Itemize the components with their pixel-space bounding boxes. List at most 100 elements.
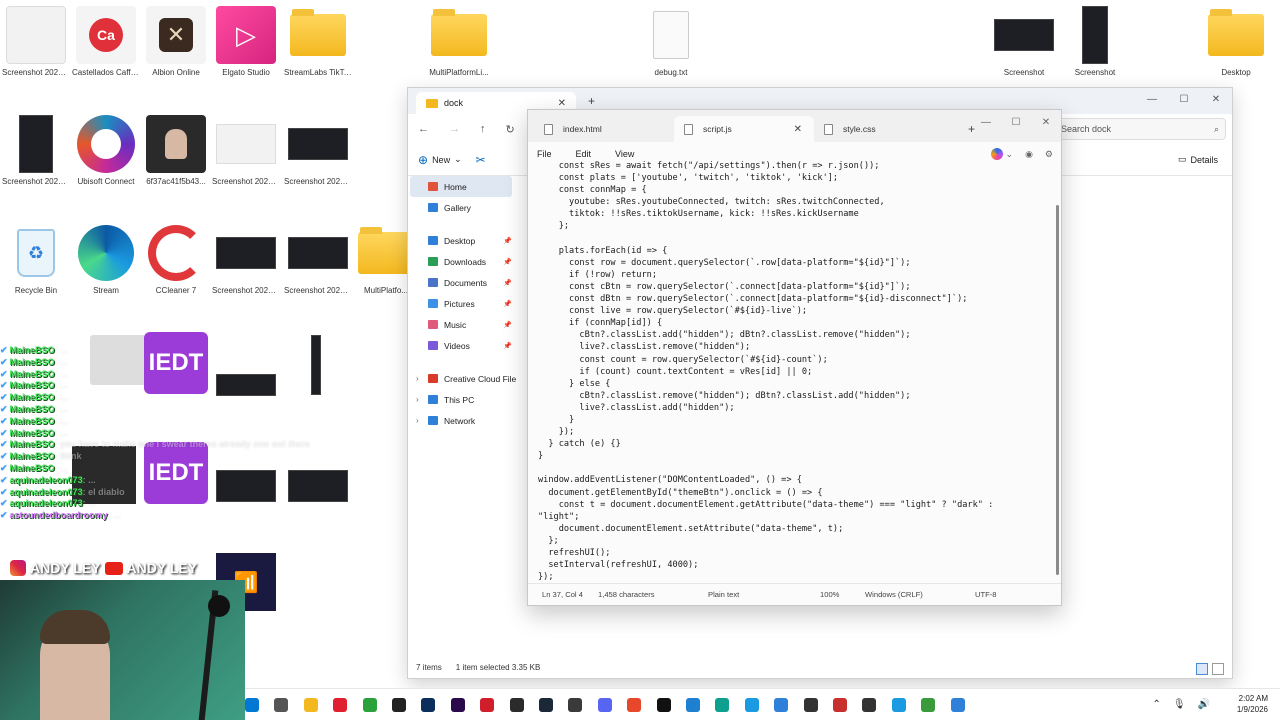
menu-edit[interactable]: Edit xyxy=(576,149,592,159)
sidebar-item-documents[interactable]: Documents 📌 xyxy=(408,272,518,293)
desktop-icon-screenshot[interactable]: Screenshot 2026-01-... xyxy=(212,224,280,296)
streamlabs-icon[interactable] xyxy=(715,698,730,712)
minimize-button[interactable]: — xyxy=(971,112,1001,132)
app2-icon[interactable] xyxy=(862,698,877,712)
sidebar-item-gallery[interactable]: Gallery xyxy=(408,197,518,218)
code-editor[interactable]: const sRes = await fetch("/api/settings"… xyxy=(528,160,1056,580)
desktop-icon-photo[interactable]: 6f37ac41f5b43... xyxy=(142,115,210,187)
back-button[interactable]: ← xyxy=(418,123,429,135)
chevron-up-icon[interactable]: ⌃ xyxy=(1152,699,1160,710)
start-icon[interactable] xyxy=(245,698,259,712)
details-button[interactable]: ▭ Details xyxy=(1178,154,1218,165)
notepadplus-icon[interactable] xyxy=(921,698,936,712)
obs-studio-icon[interactable] xyxy=(568,698,583,712)
snip-icon[interactable] xyxy=(950,698,965,712)
maximize-button[interactable]: ☐ xyxy=(1001,112,1031,132)
tab-script-js[interactable]: script.js ✕ xyxy=(674,116,814,142)
sidebar-tree-item[interactable]: › Creative Cloud File xyxy=(408,368,518,389)
chevron-right-icon[interactable]: › xyxy=(416,374,419,383)
vertical-scrollbar[interactable] xyxy=(1056,205,1059,575)
tab-style-css[interactable]: style.css xyxy=(814,116,954,142)
sidebar-item-desktop[interactable]: Desktop 📌 xyxy=(408,230,518,251)
notepad-icon[interactable] xyxy=(774,698,789,712)
account-icon[interactable]: ◉ xyxy=(1025,149,1033,160)
chevron-right-icon[interactable]: › xyxy=(416,395,419,404)
close-tab-icon[interactable]: ✕ xyxy=(558,98,566,109)
desktop-icon-albion[interactable]: ✕ Albion Online xyxy=(142,6,210,78)
obs-icon[interactable] xyxy=(480,698,495,712)
refresh-button[interactable]: ↻ xyxy=(506,123,515,136)
chat-text: ... xyxy=(88,474,96,485)
sidebar-item-pictures[interactable]: Pictures 📌 xyxy=(408,293,518,314)
edge-icon[interactable] xyxy=(744,698,759,712)
photoshop-icon[interactable] xyxy=(421,698,436,712)
verified-icon: ✔ xyxy=(0,415,8,426)
desktop-icon-screenshot[interactable]: Screenshot xyxy=(990,6,1058,78)
chat-message: ✔ MaineBSO: ... xyxy=(0,345,68,355)
desktop-icon-screenshot[interactable]: Screenshot 2026-01-... xyxy=(284,115,352,187)
tiktok-icon[interactable] xyxy=(656,698,671,712)
minimize-button[interactable]: — xyxy=(1136,88,1168,110)
settings-icon[interactable]: ⚙ xyxy=(1045,149,1053,160)
cut-button[interactable]: ✂ xyxy=(476,153,486,167)
desktop-icon-multiplatform-folder[interactable]: MultiPlatformLi... xyxy=(425,6,493,78)
desktop-icon-ccleaner[interactable]: CCleaner 7 xyxy=(142,224,210,296)
menu-view[interactable]: View xyxy=(615,149,634,159)
close-tab-icon[interactable]: ✕ xyxy=(794,124,802,135)
close-button[interactable]: ✕ xyxy=(1200,88,1232,110)
desktop-icon-debug-txt[interactable]: debug.txt xyxy=(637,6,705,78)
forward-button[interactable]: → xyxy=(449,123,460,135)
epic-icon[interactable] xyxy=(509,698,524,712)
desktop-icon-streamlabs-folder[interactable]: StreamLabs TikTok... xyxy=(284,6,352,78)
edge2-icon[interactable] xyxy=(891,698,906,712)
copilot-button[interactable]: ⌄ xyxy=(990,148,1013,160)
speaker-icon[interactable]: 🔊 xyxy=(1198,699,1210,710)
sidebar-tree-item[interactable]: › Network xyxy=(408,410,518,431)
zoom-level[interactable]: 100% xyxy=(820,590,839,599)
sidebar-tree-item[interactable]: › This PC xyxy=(408,389,518,410)
chat-username: MaineBSO xyxy=(9,380,55,391)
xbox-icon[interactable] xyxy=(362,698,377,712)
menu-file[interactable]: File xyxy=(537,149,552,159)
tab-index-html[interactable]: index.html xyxy=(534,116,674,142)
discord-icon[interactable] xyxy=(597,698,612,712)
desktop-icon-stream[interactable]: Stream xyxy=(72,224,140,296)
sidebar-item-music[interactable]: Music 📌 xyxy=(408,314,518,335)
tiles-view-button[interactable] xyxy=(1212,663,1224,675)
chevron-down-icon: ⌄ xyxy=(454,154,462,164)
desktop-icon-screenshot[interactable]: Screenshot xyxy=(1061,6,1129,78)
desktop-icon-castellados[interactable]: Ca Castellados Caffeinated xyxy=(72,6,140,78)
opera-icon[interactable] xyxy=(333,698,348,712)
sidebar-item-downloads[interactable]: Downloads 📌 xyxy=(408,251,518,272)
desktop-icon-screenshot[interactable]: Screenshot 2026-01-... xyxy=(212,115,280,187)
new-button[interactable]: ⊕ New ⌄ xyxy=(418,153,462,167)
file-icon xyxy=(684,123,693,135)
steam-icon[interactable] xyxy=(539,698,553,712)
search-icon[interactable] xyxy=(274,698,289,712)
sidebar-item-videos[interactable]: Videos 📌 xyxy=(408,335,518,356)
desktop-icon-desktop-folder[interactable]: Desktop xyxy=(1202,6,1270,78)
desktop-icon-screenshot[interactable]: Screenshot 2026-01-... xyxy=(284,224,352,296)
vscode-icon[interactable] xyxy=(686,698,700,712)
sidebar-item-home[interactable]: Home xyxy=(410,176,512,197)
file-explorer-icon[interactable] xyxy=(303,698,318,712)
app-icon[interactable] xyxy=(833,698,847,712)
details-view-button[interactable] xyxy=(1196,663,1208,675)
microphone-icon[interactable]: 🎙 xyxy=(1173,699,1186,710)
desktop-icon-recycle-bin[interactable]: ♻ Recycle Bin xyxy=(2,224,70,296)
chrome-icon[interactable] xyxy=(627,698,642,712)
new-tab-button[interactable]: + xyxy=(588,94,595,108)
desktop-icon-elgato[interactable]: ▷ Elgato Studio xyxy=(212,6,280,78)
close-button[interactable]: ✕ xyxy=(1031,112,1061,132)
up-button[interactable]: ↑ xyxy=(480,123,486,135)
terminal-icon[interactable] xyxy=(803,698,818,712)
desktop-icon-screenshot[interactable]: Screenshot 2026-01-... xyxy=(2,6,70,78)
taskbar-clock[interactable]: 2:02 AM 1/9/2026 xyxy=(1237,693,1268,715)
desktop-icon-screenshot[interactable]: Screenshot 2026-01-... xyxy=(2,115,70,187)
maximize-button[interactable]: ☐ xyxy=(1168,88,1200,110)
chevron-right-icon[interactable]: › xyxy=(416,416,419,425)
premiere-icon[interactable] xyxy=(450,698,465,712)
desktop-icon-ubisoft[interactable]: Ubisoft Connect xyxy=(72,115,140,187)
capcut-icon[interactable] xyxy=(392,698,406,712)
search-input[interactable]: Search dock ⌕ xyxy=(1054,118,1226,140)
